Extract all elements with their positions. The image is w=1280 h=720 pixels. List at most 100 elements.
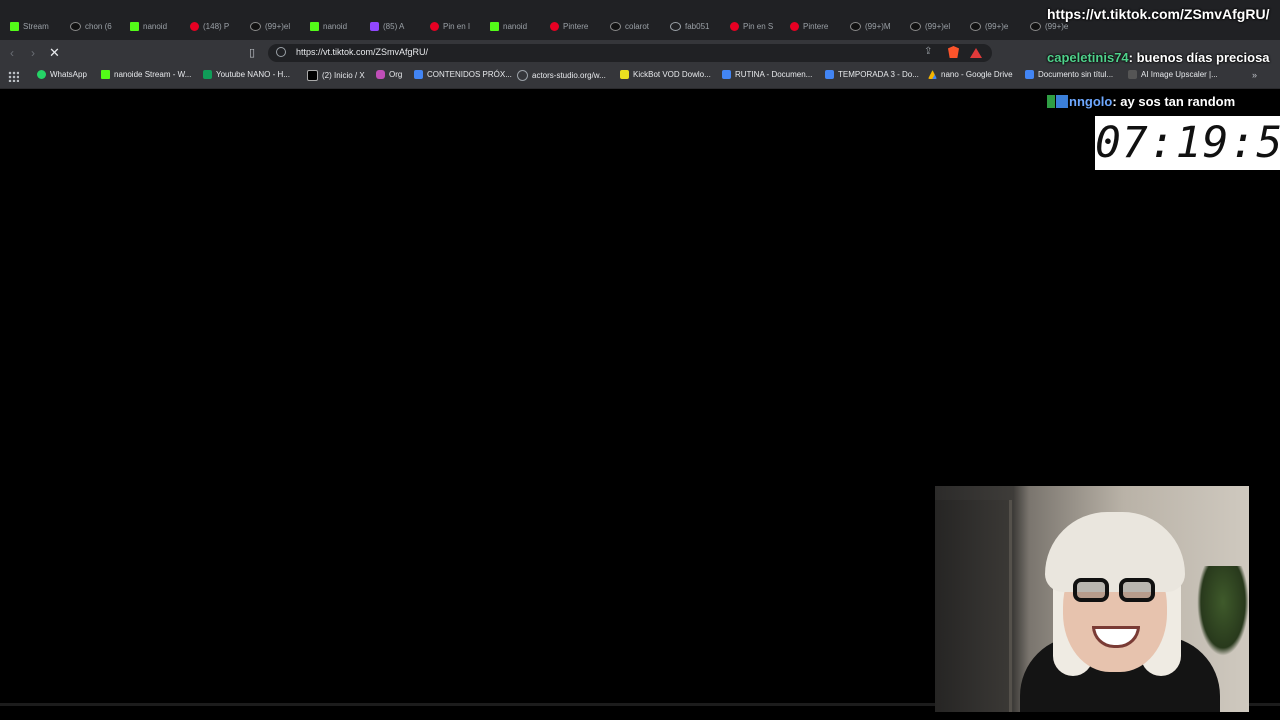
bookmark-item[interactable]: actors-studio.org/w... <box>517 70 606 81</box>
tab-label: nanoid <box>143 21 168 31</box>
browser-tab[interactable]: (99+)M <box>850 16 908 36</box>
back-arrow-icon[interactable]: ‹ <box>10 46 14 60</box>
bookmark-label: Documento sin títul... <box>1038 70 1114 79</box>
stop-loading-icon[interactable]: ✕ <box>49 45 60 61</box>
chat-message: capeletinis74: buenos días preciosa <box>1047 50 1279 66</box>
browser-tab[interactable]: (99+)el <box>910 16 968 36</box>
tab-label: Pintere <box>563 21 589 31</box>
bookmark-item[interactable]: TEMPORADA 3 - Do... <box>825 70 919 79</box>
bookmarks-overflow-icon[interactable]: » <box>1252 70 1257 80</box>
site-info-icon[interactable] <box>276 47 286 57</box>
tab-label: (99+)e <box>985 21 1009 31</box>
tiktok-icon <box>610 21 621 31</box>
apps-grid-icon[interactable] <box>8 71 19 82</box>
bookmark-item[interactable]: WhatsApp <box>37 70 87 79</box>
browser-tab[interactable]: fab051 <box>670 16 728 36</box>
browser-tab[interactable]: Pintere <box>550 16 608 36</box>
browser-tab[interactable]: (85) A <box>370 16 428 36</box>
browser-tab[interactable]: Pin en S <box>730 16 788 36</box>
brave-shields-icon[interactable] <box>948 46 959 58</box>
doc-icon <box>722 70 731 79</box>
twitch-icon <box>370 21 379 31</box>
x-icon <box>307 70 318 81</box>
browser-tab[interactable]: nanoid <box>310 16 368 36</box>
kickbot-icon <box>620 70 629 79</box>
tiktok-icon <box>250 21 261 31</box>
chat-username: nngolo <box>1069 94 1113 109</box>
tiktok-icon <box>1030 21 1041 31</box>
browser-tab[interactable]: Pintere <box>790 16 848 36</box>
bookmark-item[interactable]: Documento sin títul... <box>1025 70 1113 79</box>
address-url[interactable]: https://vt.tiktok.com/ZSmvAfgRU/ <box>296 47 428 57</box>
forward-arrow-icon[interactable]: › <box>31 46 35 60</box>
ai-icon <box>1128 70 1137 79</box>
doc-icon <box>414 70 423 79</box>
bookmark-item[interactable]: AI Image Upscaler |... <box>1128 70 1218 79</box>
bookmark-item[interactable]: CONTENIDOS PRÓX... <box>414 70 512 79</box>
drive-icon <box>928 70 937 79</box>
bookmark-label: WhatsApp <box>50 70 87 79</box>
kick-icon <box>310 21 319 31</box>
bookmark-item[interactable]: RUTINA - Documen... <box>722 70 812 79</box>
chat-message: nngolo: ay sos tan random <box>1047 94 1279 110</box>
tiktok-icon <box>970 21 981 31</box>
kick-icon <box>130 21 139 31</box>
globe-icon <box>517 70 528 81</box>
bookmark-label: Youtube NANO - H... <box>216 70 290 79</box>
browser-tab[interactable]: colarot <box>610 16 668 36</box>
bookmark-item[interactable]: Org <box>376 70 402 79</box>
browser-tab[interactable]: (99+)el <box>250 16 308 36</box>
tab-label: (99+)el <box>265 21 291 31</box>
bookmark-label: actors-studio.org/w... <box>532 71 606 80</box>
kick-icon <box>10 21 19 31</box>
tab-label: chon (6 <box>85 21 112 31</box>
bookmark-label: CONTENIDOS PRÓX... <box>427 70 512 79</box>
tab-label: nanoid <box>323 21 348 31</box>
tab-label: (99+)el <box>925 21 951 31</box>
tab-label: nanoid <box>503 21 528 31</box>
bookmark-item[interactable]: nano - Google Drive <box>928 70 1013 79</box>
webcam-person-glasses <box>1073 578 1159 604</box>
tiktok-icon <box>910 21 921 31</box>
overlay-url-text: https://vt.tiktok.com/ZSmvAfgRU/ <box>1047 6 1270 22</box>
tab-label: (99+)M <box>865 21 891 31</box>
share-icon[interactable]: ⇪ <box>924 46 932 57</box>
bookmark-label: TEMPORADA 3 - Do... <box>838 70 919 79</box>
sheet-icon <box>203 70 212 79</box>
browser-tab[interactable]: (148) P <box>190 16 248 36</box>
bookmark-label: Org <box>389 70 403 79</box>
bookmark-item[interactable]: KickBot VOD Dowlo... <box>620 70 711 79</box>
tab-label: (85) A <box>383 21 405 31</box>
webcam-feed <box>935 486 1249 712</box>
browser-tab[interactable]: nanoid <box>490 16 548 36</box>
bookmark-label: RUTINA - Documen... <box>735 70 813 79</box>
bookmark-item[interactable]: nanoide Stream - W... <box>101 70 191 79</box>
brave-rewards-icon[interactable] <box>970 48 982 58</box>
chat-text: : buenos días preciosa <box>1128 50 1270 65</box>
pinterest-icon <box>550 21 559 31</box>
bookmark-label: nanoide Stream - W... <box>114 70 192 79</box>
tab-label: (148) P <box>203 21 230 31</box>
tab-label: Pin en I <box>443 21 471 31</box>
browser-tab[interactable]: (99+)e <box>970 16 1028 36</box>
pinterest-icon <box>190 21 199 31</box>
bookmark-item[interactable]: (2) Inicio / X <box>307 70 365 81</box>
webcam-door <box>935 500 1012 712</box>
browser-tab[interactable]: chon (6 <box>70 16 128 36</box>
browser-tab[interactable]: Pin en I <box>430 16 488 36</box>
browser-tab[interactable]: nanoid <box>130 16 188 36</box>
doc-icon <box>825 70 834 79</box>
subscriber-badge-icon <box>1047 95 1055 108</box>
bookmark-label: KickBot VOD Dowlo... <box>633 70 711 79</box>
tiktok-icon <box>70 21 81 31</box>
bookmark-label: nano - Google Drive <box>941 70 1013 79</box>
chat-username: capeletinis74 <box>1047 50 1129 65</box>
browser-tab[interactable]: Stream <box>10 16 68 36</box>
bookmark-icon[interactable]: ▯ <box>249 46 255 59</box>
bookmark-item[interactable]: Youtube NANO - H... <box>203 70 290 79</box>
tab-label: (99+)e <box>1045 21 1069 31</box>
globe-icon <box>670 21 681 31</box>
chat-text: : ay sos tan random <box>1112 94 1236 109</box>
doc-icon <box>1025 70 1034 79</box>
bookmark-label: (2) Inicio / X <box>322 71 365 80</box>
